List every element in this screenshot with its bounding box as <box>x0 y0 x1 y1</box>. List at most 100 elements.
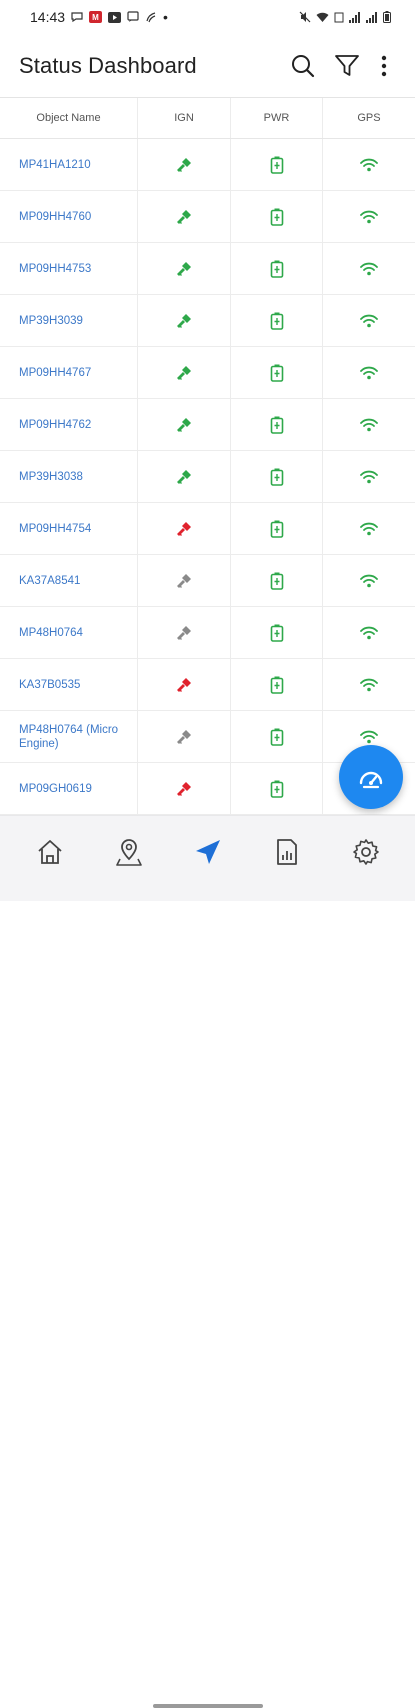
object-name-link[interactable]: KA37B0535 <box>0 659 138 710</box>
dashboard-fab[interactable] <box>339 745 403 809</box>
ign-status-cell <box>138 607 231 658</box>
ignition-key-icon <box>177 469 191 484</box>
youtube-icon <box>108 11 122 23</box>
pwr-status-cell <box>231 347 323 398</box>
status-time: 14:43 <box>30 9 66 25</box>
status-table: Object Name IGN PWR GPS MP41HA1210 MP09HH… <box>0 98 415 815</box>
object-name-link[interactable]: MP09GH0619 <box>0 763 138 814</box>
column-header-object-name[interactable]: Object Name <box>0 98 138 138</box>
column-header-ign[interactable]: IGN <box>138 98 231 138</box>
table-row[interactable]: MP48H0764 <box>0 607 415 659</box>
ignition-key-icon <box>177 313 191 328</box>
gps-status-cell <box>323 295 415 346</box>
pwr-status-cell <box>231 607 323 658</box>
table-row[interactable]: MP09HH4754 <box>0 503 415 555</box>
gps-signal-icon <box>360 470 378 483</box>
pwr-status-cell <box>231 139 323 190</box>
battery-icon <box>383 11 391 23</box>
search-button[interactable] <box>281 44 325 88</box>
table-row[interactable]: KA37B0535 <box>0 659 415 711</box>
gps-signal-icon <box>360 626 378 639</box>
object-name-link[interactable]: MP41HA1210 <box>0 139 138 190</box>
nav-tracking[interactable] <box>183 827 233 877</box>
ignition-key-icon <box>177 781 191 796</box>
ign-status-cell <box>138 503 231 554</box>
battery-power-icon <box>270 780 283 798</box>
ign-status-cell <box>138 347 231 398</box>
mail-badge-icon: M <box>89 11 103 23</box>
ign-status-cell <box>138 711 231 762</box>
svg-text:M: M <box>92 13 99 22</box>
gps-status-cell <box>323 399 415 450</box>
pwr-status-cell <box>231 659 323 710</box>
ignition-key-icon <box>177 625 191 640</box>
wifi-call-icon <box>146 12 156 23</box>
table-row[interactable]: MP09HH4753 <box>0 243 415 295</box>
ignition-key-icon <box>177 261 191 276</box>
filter-button[interactable] <box>325 44 369 88</box>
table-row[interactable]: MP39H3038 <box>0 451 415 503</box>
object-name-link[interactable]: MP48H0764 (Micro Engine) <box>0 711 138 762</box>
object-name-link[interactable]: MP09HH4754 <box>0 503 138 554</box>
ignition-key-icon <box>177 209 191 224</box>
sms-icon <box>127 11 139 22</box>
battery-power-icon <box>270 208 283 226</box>
ignition-key-icon <box>177 157 191 172</box>
table-row[interactable]: MP09HH4762 <box>0 399 415 451</box>
table-body: MP41HA1210 MP09HH4760 MP09HH4753 MP39H3039 M… <box>0 139 415 815</box>
gps-signal-icon <box>360 730 378 743</box>
object-name-link[interactable]: MP09HH4767 <box>0 347 138 398</box>
gps-signal-icon <box>360 210 378 223</box>
pwr-status-cell <box>231 555 323 606</box>
gps-signal-icon <box>360 366 378 379</box>
gps-status-cell <box>323 659 415 710</box>
object-name-link[interactable]: KA37A8541 <box>0 555 138 606</box>
table-row[interactable]: MP09HH4760 <box>0 191 415 243</box>
ignition-key-icon <box>177 729 191 744</box>
pwr-status-cell <box>231 295 323 346</box>
table-row[interactable]: MP41HA1210 <box>0 139 415 191</box>
settings-icon <box>352 839 379 865</box>
object-name-link[interactable]: MP48H0764 <box>0 607 138 658</box>
table-row[interactable]: MP39H3039 <box>0 295 415 347</box>
search-icon <box>292 54 315 77</box>
object-name-link[interactable]: MP09HH4753 <box>0 243 138 294</box>
nav-settings[interactable] <box>341 827 391 877</box>
battery-power-icon <box>270 156 283 174</box>
gps-signal-icon <box>360 678 378 691</box>
object-name-link[interactable]: MP09HH4762 <box>0 399 138 450</box>
home-indicator <box>153 1704 263 1708</box>
gps-status-cell <box>323 243 415 294</box>
ign-status-cell <box>138 139 231 190</box>
speedometer-icon <box>359 771 383 789</box>
status-bar: 14:43 M • <box>0 0 415 34</box>
gps-signal-icon <box>360 574 378 587</box>
battery-power-icon <box>270 468 283 486</box>
app-header: Status Dashboard <box>0 34 415 98</box>
nav-reports[interactable] <box>262 827 312 877</box>
ignition-key-icon <box>177 521 191 536</box>
nav-map[interactable] <box>104 827 154 877</box>
ign-status-cell <box>138 191 231 242</box>
object-name-link[interactable]: MP39H3038 <box>0 451 138 502</box>
object-name-link[interactable]: MP39H3039 <box>0 295 138 346</box>
volte-icon <box>334 12 344 22</box>
signal-icon-2 <box>366 11 377 23</box>
gps-signal-icon <box>360 522 378 535</box>
gps-signal-icon <box>360 262 378 275</box>
more-options-button[interactable] <box>369 44 399 88</box>
table-row[interactable]: KA37A8541 <box>0 555 415 607</box>
mute-icon <box>299 11 311 23</box>
ign-status-cell <box>138 763 231 814</box>
column-header-pwr[interactable]: PWR <box>231 98 323 138</box>
nav-home[interactable] <box>25 827 75 877</box>
ignition-key-icon <box>177 417 191 432</box>
column-header-gps[interactable]: GPS <box>323 98 415 138</box>
ignition-key-icon <box>177 677 191 692</box>
gps-status-cell <box>323 555 415 606</box>
navigation-arrow-icon <box>195 840 220 864</box>
object-name-link[interactable]: MP09HH4760 <box>0 191 138 242</box>
table-row[interactable]: MP09HH4767 <box>0 347 415 399</box>
ign-status-cell <box>138 399 231 450</box>
map-pin-icon <box>115 839 142 866</box>
